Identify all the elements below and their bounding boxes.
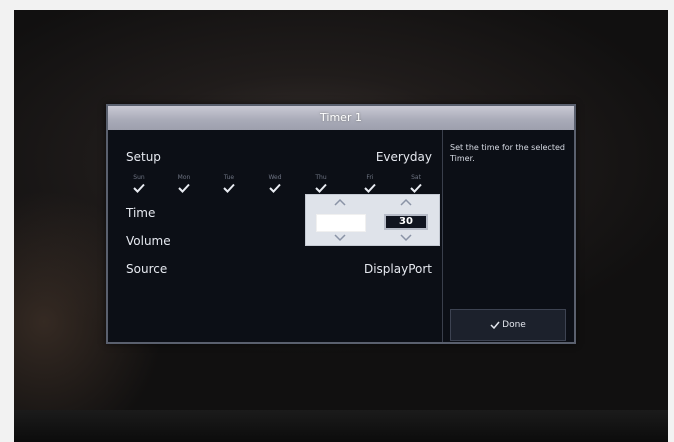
check-icon — [490, 321, 500, 329]
day-checkbox-thu[interactable]: Thu — [308, 174, 334, 193]
day-label: Fri — [366, 174, 374, 181]
timer-dialog: Timer 1 Setup Everyday Sun Mon Tue Wed T… — [106, 104, 576, 344]
chevron-down-icon[interactable] — [334, 234, 346, 242]
check-icon — [269, 183, 281, 193]
day-label: Mon — [177, 174, 191, 181]
day-checkbox-fri[interactable]: Fri — [357, 174, 383, 193]
time-label: Time — [126, 206, 156, 220]
day-label: Sat — [411, 174, 421, 181]
day-checkbox-mon[interactable]: Mon — [171, 174, 197, 193]
done-label: Done — [502, 320, 526, 330]
done-button[interactable]: Done — [450, 309, 566, 341]
check-icon — [315, 183, 327, 193]
source-label: Source — [126, 262, 168, 276]
source-value[interactable]: DisplayPort — [348, 262, 432, 276]
help-text: Set the time for the selected Timer. — [450, 143, 565, 163]
day-label: Sun — [133, 174, 145, 181]
check-icon — [133, 183, 145, 193]
time-picker: 06 30 — [305, 194, 440, 246]
help-divider — [442, 130, 443, 342]
chevron-up-icon[interactable] — [334, 198, 346, 206]
day-checkbox-tue[interactable]: Tue — [216, 174, 242, 193]
minute-field[interactable]: 30 — [384, 214, 428, 230]
dialog-title: Timer 1 — [108, 106, 574, 130]
setup-label: Setup — [126, 150, 161, 164]
tv-bezel — [14, 410, 668, 442]
volume-label: Volume — [126, 234, 171, 248]
check-icon — [364, 183, 376, 193]
check-icon — [223, 183, 235, 193]
day-checkbox-sun[interactable]: Sun — [126, 174, 152, 193]
hour-field[interactable]: 06 — [316, 214, 366, 232]
day-label: Wed — [268, 174, 282, 181]
day-checkbox-wed[interactable]: Wed — [262, 174, 288, 193]
day-label: Thu — [315, 174, 327, 181]
check-icon — [410, 183, 422, 193]
day-label: Tue — [223, 174, 235, 181]
chevron-up-icon[interactable] — [400, 198, 412, 206]
day-checkbox-sat[interactable]: Sat — [403, 174, 429, 193]
check-icon — [178, 183, 190, 193]
chevron-down-icon[interactable] — [400, 234, 412, 242]
setup-value[interactable]: Everyday — [348, 150, 432, 164]
